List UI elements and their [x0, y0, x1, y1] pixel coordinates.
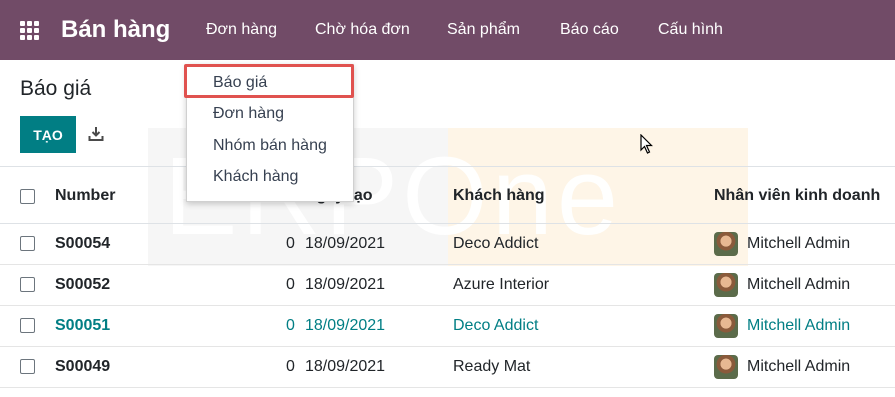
row-checkbox[interactable]	[20, 359, 35, 374]
menu-orders[interactable]: Đơn hàng	[206, 19, 277, 41]
cell-qty: 0	[286, 358, 295, 375]
cell-number: S00052	[55, 276, 111, 293]
cell-salesperson: Mitchell Admin	[747, 317, 851, 334]
cell-qty: 0	[286, 276, 295, 293]
cell-date: 18/09/2021	[305, 276, 386, 293]
cell-number: S00054	[55, 235, 111, 252]
dropdown-item-customers[interactable]: Khách hàng	[213, 166, 298, 188]
top-navbar: Bán hàng Đơn hàng Chờ hóa đơn Sản phẩm B…	[0, 0, 895, 60]
cell-customer: Deco Addict	[453, 317, 539, 334]
avatar	[714, 273, 738, 297]
quotations-table: Number Ngày tạo Khách hàng Nhân viên kin…	[0, 166, 895, 388]
orders-dropdown-menu: Báo giá Đơn hàng Nhóm bán hàng Khách hàn…	[186, 64, 354, 202]
header-salesperson[interactable]: Nhân viên kinh doanh	[714, 186, 880, 206]
menu-reporting[interactable]: Báo cáo	[560, 19, 619, 41]
dropdown-item-orders[interactable]: Đơn hàng	[213, 103, 284, 125]
cell-qty: 0	[286, 235, 295, 252]
table-row[interactable]: S00052 0 18/09/2021 Azure Interior Mitch…	[0, 265, 895, 306]
row-checkbox[interactable]	[20, 236, 35, 251]
cell-customer: Ready Mat	[453, 358, 531, 375]
row-checkbox[interactable]	[20, 318, 35, 333]
cell-customer: Azure Interior	[453, 276, 550, 293]
cell-salesperson: Mitchell Admin	[747, 276, 851, 293]
dropdown-item-quotations[interactable]: Báo giá	[213, 72, 267, 94]
cell-number: S00051	[55, 317, 111, 334]
create-button[interactable]: TẠO	[20, 116, 76, 153]
menu-products[interactable]: Sản phẩm	[447, 19, 520, 41]
app-name[interactable]: Bán hàng	[61, 14, 170, 46]
avatar	[714, 314, 738, 338]
cell-date: 18/09/2021	[305, 317, 386, 334]
cell-qty: 0	[286, 317, 295, 334]
avatar	[714, 232, 738, 256]
avatar	[714, 355, 738, 379]
menu-to-invoice[interactable]: Chờ hóa đơn	[315, 19, 410, 41]
table-header: Number Ngày tạo Khách hàng Nhân viên kin…	[0, 166, 895, 224]
table-row[interactable]: S00051 0 18/09/2021 Deco Addict Mitchell…	[0, 306, 895, 347]
cell-date: 18/09/2021	[305, 235, 386, 252]
cell-salesperson: Mitchell Admin	[747, 235, 851, 252]
cell-number: S00049	[55, 358, 111, 375]
download-icon[interactable]	[88, 126, 104, 142]
table-row[interactable]: S00049 0 18/09/2021 Ready Mat Mitchell A…	[0, 347, 895, 388]
cell-date: 18/09/2021	[305, 358, 386, 375]
table-row[interactable]: S00054 0 18/09/2021 Deco Addict Mitchell…	[0, 224, 895, 265]
page-title: Báo giá	[20, 77, 92, 100]
apps-grid-icon[interactable]	[20, 21, 40, 40]
header-number[interactable]: Number	[55, 186, 115, 206]
select-all-checkbox[interactable]	[20, 189, 35, 204]
dropdown-item-sales-teams[interactable]: Nhóm bán hàng	[213, 135, 327, 157]
cell-customer: Deco Addict	[453, 235, 539, 252]
cell-salesperson: Mitchell Admin	[747, 358, 851, 375]
row-checkbox[interactable]	[20, 277, 35, 292]
header-customer[interactable]: Khách hàng	[453, 186, 545, 206]
mouse-cursor-icon	[640, 134, 653, 154]
menu-configuration[interactable]: Cấu hình	[658, 19, 723, 41]
